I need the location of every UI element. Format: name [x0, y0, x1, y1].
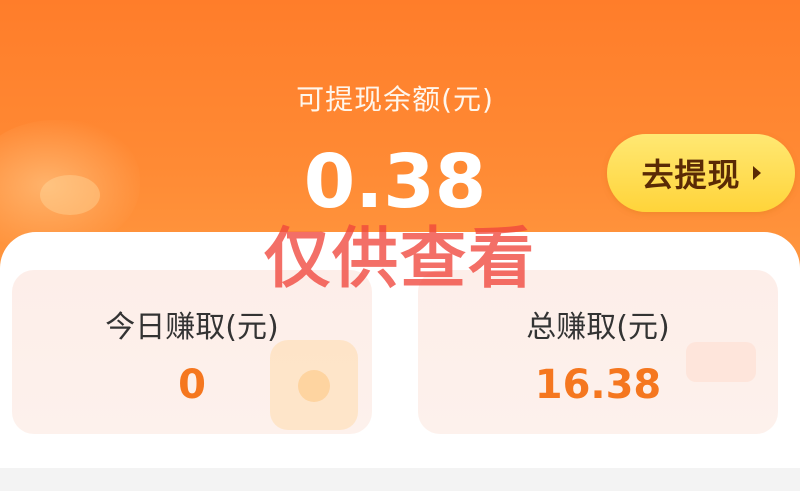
- total-earnings-card: 总赚取(元) 16.38: [418, 270, 778, 434]
- withdraw-button-label: 去提现: [641, 156, 741, 194]
- withdraw-button[interactable]: 去提现: [607, 134, 795, 212]
- today-earnings-card: 今日赚取(元) 0: [12, 270, 372, 434]
- stats-section: 今日赚取(元) 0 总赚取(元) 16.38: [0, 232, 800, 491]
- total-earnings-label: 总赚取(元): [526, 310, 670, 345]
- section-divider: [0, 468, 800, 491]
- today-earnings-value: 0: [178, 362, 206, 408]
- chevron-right-icon: [752, 166, 761, 180]
- today-earnings-label: 今日赚取(元): [105, 310, 279, 345]
- total-earnings-value: 16.38: [534, 362, 662, 408]
- earnings-screen: 可提现余额(元) 0.38 去提现 今日赚取(元) 0 总赚取(元) 16.38…: [0, 0, 800, 491]
- withdrawable-balance-label: 可提现余额(元): [296, 83, 494, 116]
